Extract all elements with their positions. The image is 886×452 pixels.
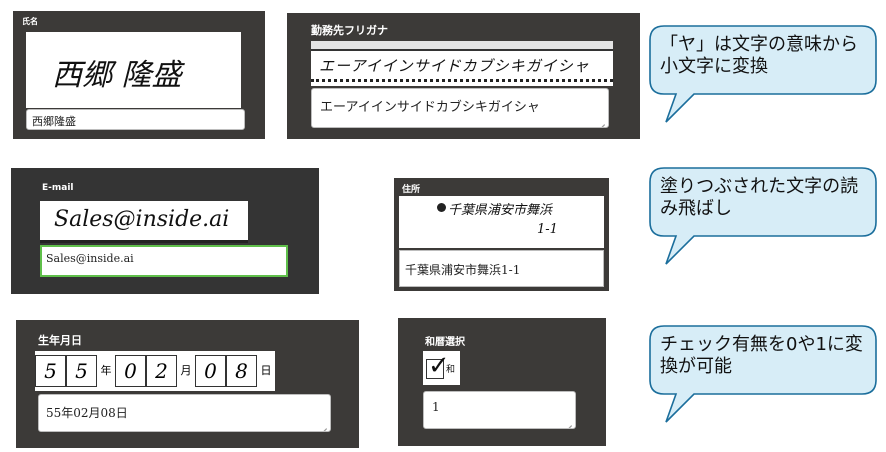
address-field[interactable]: 千葉県浦安市舞浜1-1 (399, 250, 604, 287)
furigana-handwriting: エーアイインサイドカブシキガイシャ (319, 57, 590, 75)
birthday-box-year-2: 5 (66, 355, 97, 387)
scan-top-strip (311, 41, 613, 51)
birthday-month-marker: 月 (180, 364, 192, 377)
scan-dotted-line (311, 79, 613, 82)
era-checkbox-scan: ✓ 和 (423, 351, 460, 385)
birthday-box-month-2: 2 (146, 355, 177, 387)
birthday-field[interactable]: 55年02月08日 (38, 394, 331, 432)
address-handwriting-scan: 千葉県浦安市舞浜 1-1 (399, 196, 604, 248)
birthday-box-month-1: 0 (115, 355, 146, 387)
address-handwriting-line2: 1-1 (537, 222, 558, 237)
era-field-value: 1 (432, 400, 440, 414)
birthday-boxes: 5 5 年 0 2 月 0 8 日 (35, 355, 275, 387)
furigana-panel: 勤務先フリガナ エーアイインサイドカブシキガイシャ エーアイインサイドカブシキガ… (287, 13, 640, 139)
email-panel: E-mail Sales@inside.ai Sales@inside.ai (11, 168, 319, 294)
birthday-year-marker: 年 (100, 364, 112, 377)
birthday-handwriting-scan: 5 5 年 0 2 月 0 8 日 (35, 351, 275, 391)
era-field[interactable]: 1 (423, 391, 576, 429)
callout-text-3: チェック有無を0や1に変換が可能 (660, 334, 863, 377)
era-panel: 和暦選択 ✓ 和 1 (398, 318, 606, 446)
name-label: 氏名 (22, 17, 38, 26)
email-handwriting: Sales@inside.ai (54, 207, 230, 232)
birthday-label: 生年月日 (38, 334, 82, 347)
birthday-box-day-1: 0 (195, 355, 226, 387)
address-label: 住所 (402, 185, 421, 195)
birthday-box-year-1: 5 (35, 355, 66, 387)
callout-text-2: 塗りつぶされた文字の読み飛ばし (660, 176, 859, 219)
name-handwriting: 西郷 隆盛 (52, 58, 182, 93)
resize-grip-icon[interactable] (320, 422, 327, 429)
furigana-field[interactable]: エーアイインサイドカブシキガイシャ (311, 88, 609, 128)
birthday-box-day-2: 8 (226, 355, 257, 387)
name-handwriting-scan: 西郷 隆盛 (26, 32, 241, 108)
name-field[interactable]: 西郷隆盛 (26, 109, 245, 130)
furigana-label: 勤務先フリガナ (311, 24, 388, 37)
furigana-handwriting-scan: エーアイインサイドカブシキガイシャ (311, 41, 613, 86)
furigana-field-value: エーアイインサイドカブシキガイシャ (320, 100, 540, 115)
era-check-label: 和 (446, 365, 456, 375)
address-panel: 住所 千葉県浦安市舞浜 1-1 千葉県浦安市舞浜1-1 (394, 178, 609, 291)
birthday-panel: 生年月日 5 5 年 0 2 月 0 8 日 55年02月08日 (16, 320, 359, 448)
name-panel: 氏名 西郷 隆盛 西郷隆盛 (13, 11, 265, 139)
resize-grip-icon[interactable] (598, 118, 605, 125)
email-handwriting-scan: Sales@inside.ai (40, 201, 248, 243)
birthday-day-marker: 日 (260, 364, 272, 377)
filled-circle-mark (437, 203, 446, 212)
birthday-field-value: 55年02月08日 (46, 406, 128, 420)
callout-text-1: 「ヤ」は文字の意味から小文字に変換 (660, 34, 858, 77)
email-label: E-mail (42, 183, 74, 193)
resize-grip-icon[interactable] (565, 419, 572, 426)
era-label: 和暦選択 (425, 337, 465, 348)
address-handwriting-line1: 千葉県浦安市舞浜 (448, 203, 553, 218)
email-field[interactable]: Sales@inside.ai (40, 245, 288, 277)
